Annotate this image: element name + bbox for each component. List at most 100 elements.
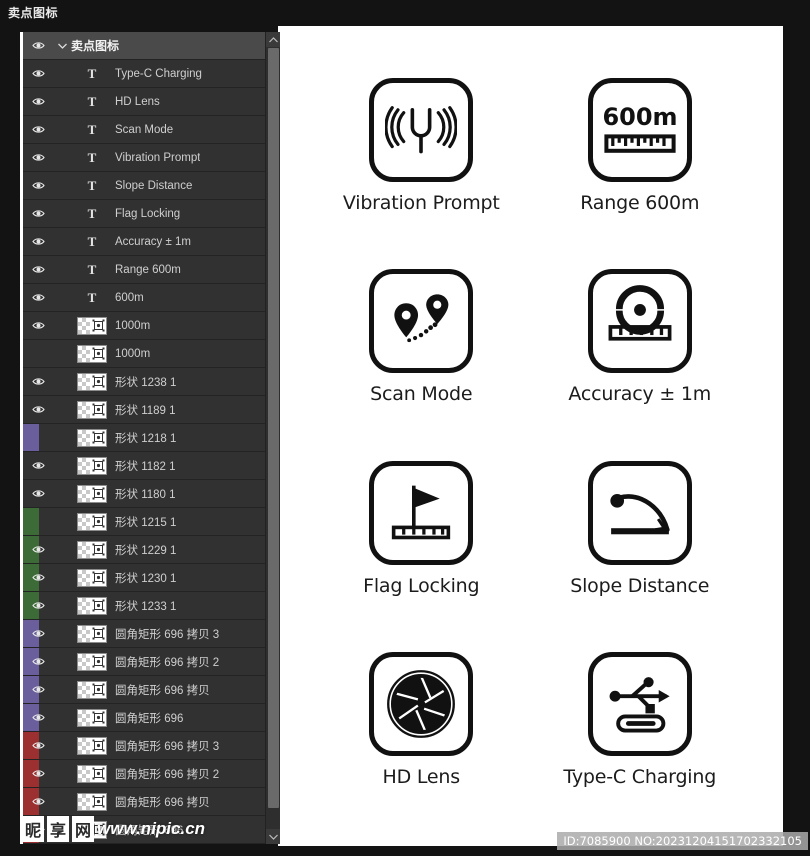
layer-name: 形状 1230 1 bbox=[115, 572, 177, 585]
layer-row[interactable]: T 600m bbox=[23, 284, 268, 312]
layer-thumbnail[interactable] bbox=[77, 400, 107, 419]
layer-visibility-eye-icon[interactable] bbox=[23, 312, 53, 340]
layer-row[interactable]: 圆角矩形 696 拷贝 3 bbox=[23, 732, 268, 760]
layer-thumbnail[interactable] bbox=[77, 484, 107, 503]
layer-row[interactable]: 形状 1230 1 bbox=[23, 564, 268, 592]
layer-thumbnail[interactable] bbox=[77, 372, 107, 391]
layer-name: 1000m bbox=[115, 319, 151, 332]
layer-visibility-eye-icon[interactable] bbox=[23, 480, 53, 508]
layers-panel[interactable]: 卖点图标 T Type-C Charging T HD Lens T Scan Mod… bbox=[20, 32, 280, 844]
layer-row[interactable]: T Type-C Charging bbox=[23, 60, 268, 88]
layer-row[interactable]: T Accuracy ± 1m bbox=[23, 228, 268, 256]
layer-row[interactable]: 形状 1238 1 bbox=[23, 368, 268, 396]
layer-visibility-eye-icon[interactable] bbox=[23, 256, 53, 284]
layer-row[interactable]: 圆角矩形 696 拷贝 2 bbox=[23, 648, 268, 676]
layer-row[interactable]: 圆角矩形 696 bbox=[23, 704, 268, 732]
text-layer-icon: T bbox=[87, 205, 97, 221]
layer-row[interactable]: 形状 1218 1 bbox=[23, 424, 268, 452]
layer-visibility-eye-icon[interactable] bbox=[23, 704, 53, 732]
watermark-char-2: 享 bbox=[47, 816, 70, 842]
layer-visibility-eye-icon[interactable] bbox=[23, 676, 53, 704]
layer-name: 圆角矩形 696 bbox=[115, 712, 184, 725]
layer-thumbnail[interactable] bbox=[77, 708, 107, 727]
layer-visibility-eye-icon[interactable] bbox=[23, 116, 53, 144]
scroll-up-arrow-icon[interactable] bbox=[266, 32, 280, 47]
layer-name: Scan Mode bbox=[115, 123, 174, 136]
layer-row[interactable]: T Flag Locking bbox=[23, 200, 268, 228]
layer-row[interactable]: T Slope Distance bbox=[23, 172, 268, 200]
layer-row[interactable]: T Scan Mode bbox=[23, 116, 268, 144]
layer-thumbnail[interactable] bbox=[77, 540, 107, 559]
icon-cell: Slope Distance bbox=[531, 433, 750, 625]
layer-thumbnail[interactable] bbox=[77, 680, 107, 699]
layer-row[interactable]: 形状 1180 1 bbox=[23, 480, 268, 508]
icon-caption: Flag Locking bbox=[363, 574, 480, 597]
layer-visibility-eye-icon[interactable] bbox=[23, 144, 53, 172]
layer-visibility-eye-icon[interactable] bbox=[23, 368, 53, 396]
layer-name: 圆角矩形 696 拷贝 2 bbox=[115, 768, 220, 781]
text-layer-icon: T bbox=[87, 261, 97, 277]
layer-row[interactable]: T Range 600m bbox=[23, 256, 268, 284]
layer-group-row[interactable]: 卖点图标 bbox=[23, 32, 268, 60]
layer-visibility-eye-icon[interactable] bbox=[23, 620, 53, 648]
layer-thumbnail[interactable] bbox=[77, 596, 107, 615]
layer-thumbnail[interactable] bbox=[77, 792, 107, 811]
layer-visibility-eye-icon[interactable] bbox=[23, 284, 53, 312]
layer-visibility-eye-icon[interactable] bbox=[23, 760, 53, 788]
layer-list[interactable]: 卖点图标 T Type-C Charging T HD Lens T Scan Mod… bbox=[23, 32, 268, 844]
layer-visibility-eye-icon[interactable] bbox=[23, 88, 53, 116]
layer-name: 形状 1189 1 bbox=[115, 404, 176, 417]
layer-row[interactable]: 1000m bbox=[23, 312, 268, 340]
layer-thumbnail[interactable] bbox=[77, 428, 107, 447]
layer-row[interactable]: T HD Lens bbox=[23, 88, 268, 116]
layer-row[interactable]: 形状 1215 1 bbox=[23, 508, 268, 536]
layer-row[interactable]: 圆角矩形 696 拷贝 3 bbox=[23, 620, 268, 648]
layer-visibility-eye-icon[interactable] bbox=[23, 200, 53, 228]
layer-thumbnail[interactable] bbox=[77, 512, 107, 531]
layer-visibility-eye-icon[interactable] bbox=[23, 788, 53, 816]
layer-visibility-eye-icon[interactable] bbox=[23, 60, 53, 88]
text-layer-icon: T bbox=[87, 65, 97, 81]
layer-row[interactable]: 圆角矩形 696 拷贝 2 bbox=[23, 760, 268, 788]
layer-thumbnail[interactable] bbox=[77, 568, 107, 587]
layer-thumbnail[interactable] bbox=[77, 316, 107, 335]
vector-mask-icon bbox=[90, 653, 106, 670]
layer-thumbnail[interactable] bbox=[77, 456, 107, 475]
layer-visibility-eye-icon[interactable] bbox=[23, 592, 53, 620]
scroll-down-arrow-icon[interactable] bbox=[266, 829, 280, 844]
vector-mask-icon bbox=[90, 709, 106, 726]
layer-thumbnail[interactable] bbox=[77, 344, 107, 363]
layer-thumbnail[interactable] bbox=[77, 736, 107, 755]
layer-visibility-eye-icon[interactable] bbox=[23, 564, 53, 592]
usb-typec-icon bbox=[587, 652, 692, 757]
layer-row[interactable]: 形状 1229 1 bbox=[23, 536, 268, 564]
layer-row[interactable]: 圆角矩形 696 拷贝 bbox=[23, 788, 268, 816]
text-layer-icon: T bbox=[87, 149, 97, 165]
chevron-down-icon[interactable] bbox=[53, 43, 71, 49]
layer-thumbnail[interactable] bbox=[77, 624, 107, 643]
layers-scrollbar[interactable] bbox=[265, 32, 280, 844]
layer-visibility-eye-icon[interactable] bbox=[23, 452, 53, 480]
layer-visibility-eye-icon[interactable] bbox=[23, 340, 53, 368]
scrollbar-thumb[interactable] bbox=[268, 48, 279, 808]
layer-visibility-eye-icon[interactable] bbox=[23, 396, 53, 424]
artboard-canvas[interactable]: Vibration Prompt 600m Range 600m Scan Mo… bbox=[278, 26, 783, 846]
layer-thumbnail[interactable] bbox=[77, 764, 107, 783]
layer-visibility-eye-icon[interactable] bbox=[23, 172, 53, 200]
layer-visibility-eye-icon[interactable] bbox=[23, 732, 53, 760]
layer-row[interactable]: 形状 1233 1 bbox=[23, 592, 268, 620]
layer-row[interactable]: 形状 1182 1 bbox=[23, 452, 268, 480]
layer-row[interactable]: 1000m bbox=[23, 340, 268, 368]
layer-visibility-eye-icon[interactable] bbox=[23, 228, 53, 256]
layer-row[interactable]: 圆角矩形 696 拷贝 bbox=[23, 676, 268, 704]
window-title: 卖点图标 bbox=[8, 5, 59, 20]
layer-visibility-eye-icon[interactable] bbox=[23, 32, 53, 60]
layer-visibility-eye-icon[interactable] bbox=[23, 424, 53, 452]
layer-row[interactable]: T Vibration Prompt bbox=[23, 144, 268, 172]
layer-visibility-eye-icon[interactable] bbox=[23, 508, 53, 536]
tuning-fork-vibration-icon bbox=[369, 77, 474, 182]
layer-row[interactable]: 形状 1189 1 bbox=[23, 396, 268, 424]
layer-visibility-eye-icon[interactable] bbox=[23, 536, 53, 564]
layer-visibility-eye-icon[interactable] bbox=[23, 648, 53, 676]
layer-thumbnail[interactable] bbox=[77, 652, 107, 671]
